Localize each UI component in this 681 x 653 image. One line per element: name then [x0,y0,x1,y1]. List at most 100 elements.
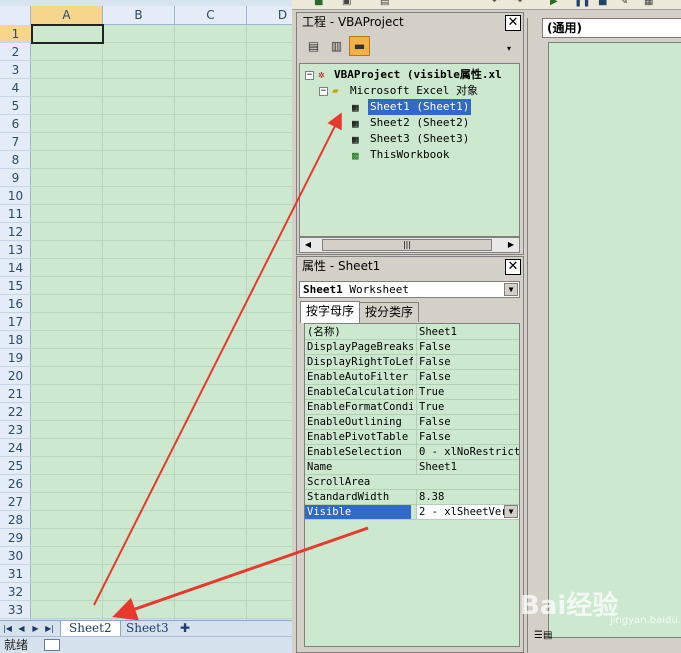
property-row[interactable]: DisplayRightToLeft False [305,355,519,370]
property-row[interactable]: EnablePivotTable False [305,430,519,445]
scroll-right-icon[interactable]: ▶ [504,239,518,251]
scroll-left-icon[interactable]: ◀ [301,239,315,251]
close-properties-pane-button[interactable]: ✕ [505,259,521,275]
property-row[interactable]: EnableOutlining False [305,415,519,430]
row-header-32[interactable]: 32 [0,583,31,601]
next-sheet-icon[interactable]: ▶ [30,622,41,635]
insert-module-icon[interactable]: ▣ [342,0,354,8]
property-row[interactable]: Visible 2 - xlSheetVer ▼ [305,505,519,520]
row-header-19[interactable]: 19 [0,349,31,367]
column-header-c[interactable]: C [175,6,247,25]
toolbar-overflow-icon[interactable]: ▾ [507,44,511,53]
row-header-21[interactable]: 21 [0,385,31,403]
row-header-16[interactable]: 16 [0,295,31,313]
view-code-icon[interactable]: ▤ [303,36,324,56]
macro-record-icon[interactable] [44,639,60,651]
property-value[interactable]: True [416,400,519,414]
row-header-9[interactable]: 9 [0,169,31,187]
last-sheet-icon[interactable]: ▶| [44,622,55,635]
excel-view-icon[interactable]: ■ [314,0,326,8]
insert-sheet-icon[interactable]: ✚ [176,621,194,637]
prev-sheet-icon[interactable]: ◀ [16,622,27,635]
property-row[interactable]: Name Sheet1 [305,460,519,475]
tree-node-thisworkbook[interactable]: ThisWorkbook [370,147,449,163]
scroll-thumb[interactable]: ||| [322,239,492,251]
code-object-selector[interactable]: (通用) [542,18,681,38]
stop-icon[interactable]: ■ [598,0,610,8]
row-header-2[interactable]: 2 [0,43,31,61]
procedure-view-icon[interactable]: ☰▤ [534,630,564,644]
row-header-8[interactable]: 8 [0,151,31,169]
property-row[interactable]: EnableFormatCondit True [305,400,519,415]
row-header-17[interactable]: 17 [0,313,31,331]
row-header-31[interactable]: 31 [0,565,31,583]
property-row[interactable]: EnableCalculation True [305,385,519,400]
property-row[interactable]: EnableSelection 0 - xlNoRestricti [305,445,519,460]
row-header-6[interactable]: 6 [0,115,31,133]
column-header-a[interactable]: A [31,6,103,25]
row-header-22[interactable]: 22 [0,403,31,421]
collapse-folder-icon[interactable]: − [319,87,328,96]
close-project-pane-button[interactable]: ✕ [505,15,521,31]
row-header-4[interactable]: 4 [0,79,31,97]
row-header-5[interactable]: 5 [0,97,31,115]
tree-node-sheet1[interactable]: Sheet1 (Sheet1) [368,99,472,115]
row-header-25[interactable]: 25 [0,457,31,475]
sheet-tab-sheet3[interactable]: Sheet3 [118,621,177,637]
code-editor-area[interactable] [548,42,681,638]
row-header-27[interactable]: 27 [0,493,31,511]
tree-node-vbaproject[interactable]: VBAProject (visible属性.xl [334,67,502,83]
select-all-corner[interactable] [0,6,31,25]
property-row[interactable]: ScrollArea [305,475,519,490]
column-header-b[interactable]: B [103,6,175,25]
first-sheet-icon[interactable]: |◀ [2,622,13,635]
property-value[interactable]: False [416,355,519,369]
row-header-18[interactable]: 18 [0,331,31,349]
pause-icon[interactable]: ❚❚ [574,0,591,8]
redo-icon[interactable]: ↷ [514,0,526,8]
tab-categorized[interactable]: 按分类序 [359,302,420,322]
row-header-14[interactable]: 14 [0,259,31,277]
tree-node-sheet3[interactable]: Sheet3 (Sheet3) [370,131,469,147]
row-header-29[interactable]: 29 [0,529,31,547]
view-object-icon[interactable]: ▥ [326,36,347,56]
active-cell-a1[interactable] [31,24,104,44]
collapse-root-icon[interactable]: − [305,71,314,80]
toggle-folders-icon[interactable]: ▬ [349,36,370,56]
run-icon[interactable]: ▶ [550,0,562,8]
row-header-10[interactable]: 10 [0,187,31,205]
property-value[interactable]: 8.38 [416,490,519,504]
save-icon[interactable]: ▤ [380,0,392,8]
row-header-7[interactable]: 7 [0,133,31,151]
property-value[interactable]: 0 - xlNoRestricti [416,445,519,459]
object-selector[interactable]: Sheet1 Worksheet ▼ [299,281,520,298]
property-value[interactable]: True [416,385,519,399]
row-header-11[interactable]: 11 [0,205,31,223]
visible-dropdown-icon[interactable]: ▼ [504,505,518,518]
chevron-down-icon[interactable]: ▼ [504,283,518,296]
row-header-3[interactable]: 3 [0,61,31,79]
row-header-12[interactable]: 12 [0,223,31,241]
tab-alphabetic[interactable]: 按字母序 [300,301,361,323]
row-header-1[interactable]: 1 [0,25,31,43]
undo-icon[interactable]: ↶ [492,0,504,8]
row-header-26[interactable]: 26 [0,475,31,493]
row-header-28[interactable]: 28 [0,511,31,529]
property-value[interactable]: False [416,340,519,354]
row-header-20[interactable]: 20 [0,367,31,385]
row-header-24[interactable]: 24 [0,439,31,457]
tree-node-excel-objects[interactable]: Microsoft Excel 对象 [350,83,478,99]
property-value[interactable]: False [416,430,519,444]
project-hscroll[interactable]: ◀ ||| ▶ [299,237,520,253]
property-value[interactable]: Sheet1 [416,460,519,474]
design-mode-icon[interactable]: ✎ [620,0,632,8]
property-value[interactable]: False [416,415,519,429]
tree-node-sheet2[interactable]: Sheet2 (Sheet2) [370,115,469,131]
property-row[interactable]: EnableAutoFilter False [305,370,519,385]
row-header-23[interactable]: 23 [0,421,31,439]
property-row[interactable]: (名称) Sheet1 [305,325,519,340]
property-row[interactable]: StandardWidth 8.38 [305,490,519,505]
property-row[interactable]: DisplayPageBreaks False [305,340,519,355]
row-header-15[interactable]: 15 [0,277,31,295]
cell-grid[interactable] [31,25,292,620]
